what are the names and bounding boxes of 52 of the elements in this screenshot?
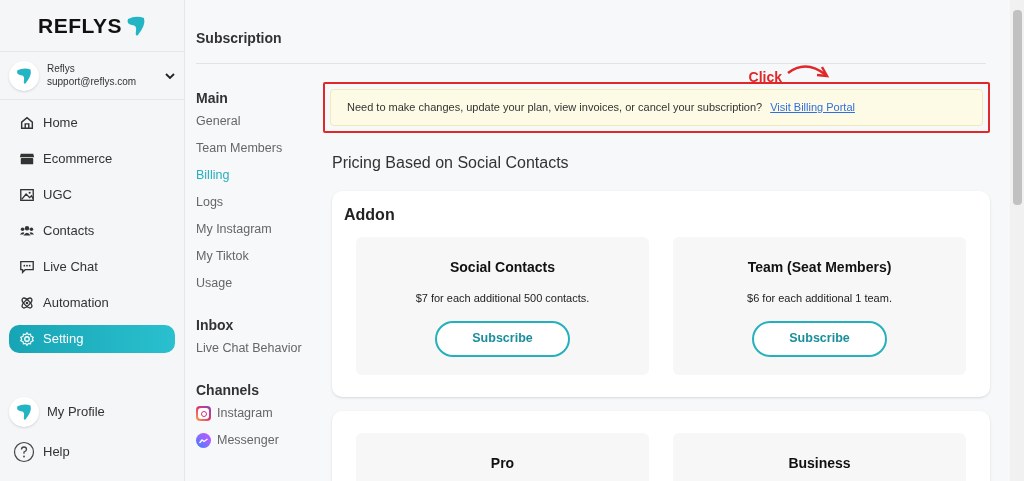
account-switcher[interactable]: Reflys support@reflys.com [0,52,184,100]
card-title: Addon [344,205,396,225]
section-heading: Channels [196,381,260,400]
nav-item[interactable]: UGC [9,181,175,209]
nav-item[interactable]: Help [9,437,175,467]
settings-nav-item[interactable]: Instagram [196,400,320,427]
subscribe-button[interactable]: Subscribe [752,320,887,357]
nav-item[interactable]: Contacts [9,217,175,245]
avatar-icon [9,397,39,427]
messenger-icon [196,433,211,448]
nav-item[interactable]: Automation [9,289,175,317]
nav-item[interactable]: Live Chat [9,253,175,281]
chevron-down-icon [165,71,175,80]
nav-item[interactable]: Home [9,109,175,137]
atom-icon [19,295,35,311]
home-icon [19,115,35,131]
instagram-icon [196,406,211,421]
subscribe-button[interactable]: Subscribe [435,320,570,357]
logo-icon [126,14,147,37]
notice-text: Need to make changes, update your plan, view invoices, or cancel your subscription? [347,100,763,116]
settings-icon [19,331,35,347]
plan-description: $6 for each additional 1 team. [747,291,892,306]
help-icon [13,441,35,463]
settings-nav-item[interactable]: Logs [196,189,320,216]
plan-name: Social Contacts [450,258,555,277]
account-name: Reflys [47,63,76,76]
image-icon [19,187,35,203]
brand-name: REFLYS [37,12,123,39]
settings-nav-item[interactable]: Team Members [196,135,320,162]
section-heading: Pricing Based on Social Contacts [332,153,570,173]
plan-name: Pro [490,453,515,473]
section-heading: Inbox [196,316,235,335]
page-title: Subscription [196,29,282,48]
section-heading: Main [196,89,229,108]
chat-icon [19,259,35,275]
scrollbar[interactable] [1010,0,1024,481]
settings-nav-item[interactable]: Live Chat Behavior [196,335,320,362]
store-icon [19,151,35,167]
nav-item[interactable]: My Profile [9,397,175,427]
plan-name: Business [788,453,851,473]
settings-nav-item[interactable]: My Tiktok [196,243,320,270]
avatar-icon [9,60,39,91]
account-email: support@reflys.com [47,75,138,88]
settings-nav-item[interactable]: My Instagram [196,216,320,243]
annotation-label: Click [748,67,782,87]
plan-name: Team (Seat Members) [747,258,892,277]
settings-nav-item[interactable]: Usage [196,270,320,297]
settings-nav-item[interactable]: Messenger [196,427,320,454]
billing-portal-link[interactable]: Visit Billing Portal [770,99,855,116]
plan-description: $7 for each additional 500 contacts. [415,291,590,306]
nav-item[interactable]: Ecommerce [9,145,175,173]
settings-nav-item[interactable]: General [196,108,320,135]
